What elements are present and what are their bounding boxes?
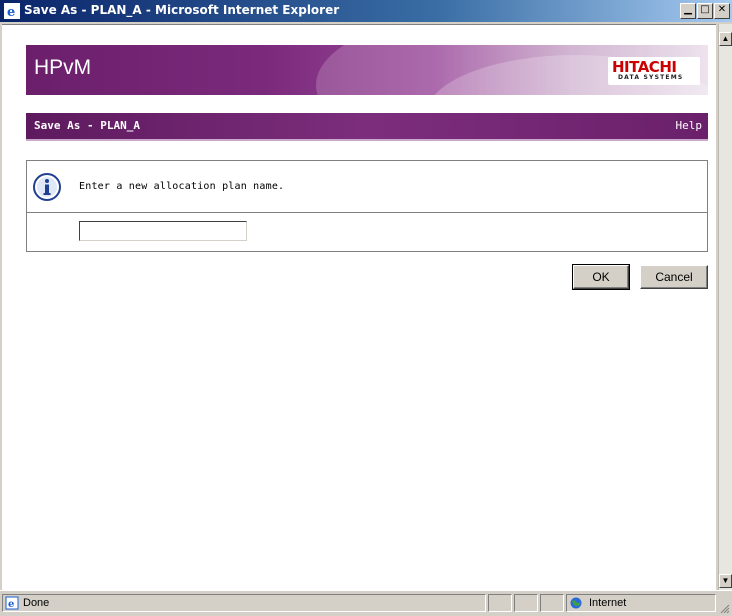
vertical-scrollbar[interactable]: ▲ ▼	[718, 24, 732, 590]
svg-text:e: e	[8, 599, 14, 610]
zone-text: Internet	[589, 597, 627, 609]
instruction-text: Enter a new allocation plan name.	[79, 181, 285, 192]
app-banner: HPvM HITACHI DATA SYSTEMS	[26, 45, 708, 95]
cancel-button[interactable]: Cancel	[640, 265, 708, 289]
scroll-up-button[interactable]: ▲	[719, 32, 732, 46]
status-text: Done	[23, 597, 50, 609]
resize-grip-icon[interactable]	[718, 602, 730, 614]
scroll-down-button[interactable]: ▼	[719, 574, 732, 588]
status-cell-2	[514, 594, 538, 612]
app-title: HPvM	[34, 56, 92, 79]
status-cell-1	[488, 594, 512, 612]
status-bar: e Done Internet	[0, 590, 732, 616]
ie-icon: e	[4, 3, 20, 19]
hitachi-logo: HITACHI DATA SYSTEMS	[608, 57, 700, 85]
dialog-header: Save As - PLAN_A Help	[26, 113, 708, 141]
browser-window: e Save As - PLAN_A - Microsoft Internet …	[0, 0, 732, 616]
title-bar[interactable]: e Save As - PLAN_A - Microsoft Internet …	[0, 0, 732, 22]
help-link[interactable]: Help	[676, 119, 703, 132]
minimize-button[interactable]: ▁	[680, 3, 696, 19]
globe-icon	[570, 597, 582, 609]
info-icon	[33, 173, 61, 201]
maximize-button[interactable]: □	[697, 3, 713, 19]
dialog-title: Save As - PLAN_A	[34, 119, 140, 132]
input-row	[27, 213, 707, 251]
logo-subtitle: DATA SYSTEMS	[618, 74, 684, 81]
window-title: Save As - PLAN_A - Microsoft Internet Ex…	[24, 3, 340, 17]
svg-text:e: e	[7, 5, 15, 19]
ok-button[interactable]: OK	[572, 264, 630, 290]
close-button[interactable]: ✕	[714, 3, 730, 19]
plan-name-input[interactable]	[79, 221, 247, 241]
message-row: Enter a new allocation plan name.	[27, 161, 707, 213]
page-icon: e	[5, 596, 19, 610]
security-zone: Internet	[566, 594, 716, 612]
status-cell-3	[540, 594, 564, 612]
page-viewport: HPvM HITACHI DATA SYSTEMS Save As - PLAN…	[2, 24, 716, 591]
save-as-panel: Enter a new allocation plan name.	[26, 160, 708, 252]
status-main: e Done	[2, 594, 486, 612]
